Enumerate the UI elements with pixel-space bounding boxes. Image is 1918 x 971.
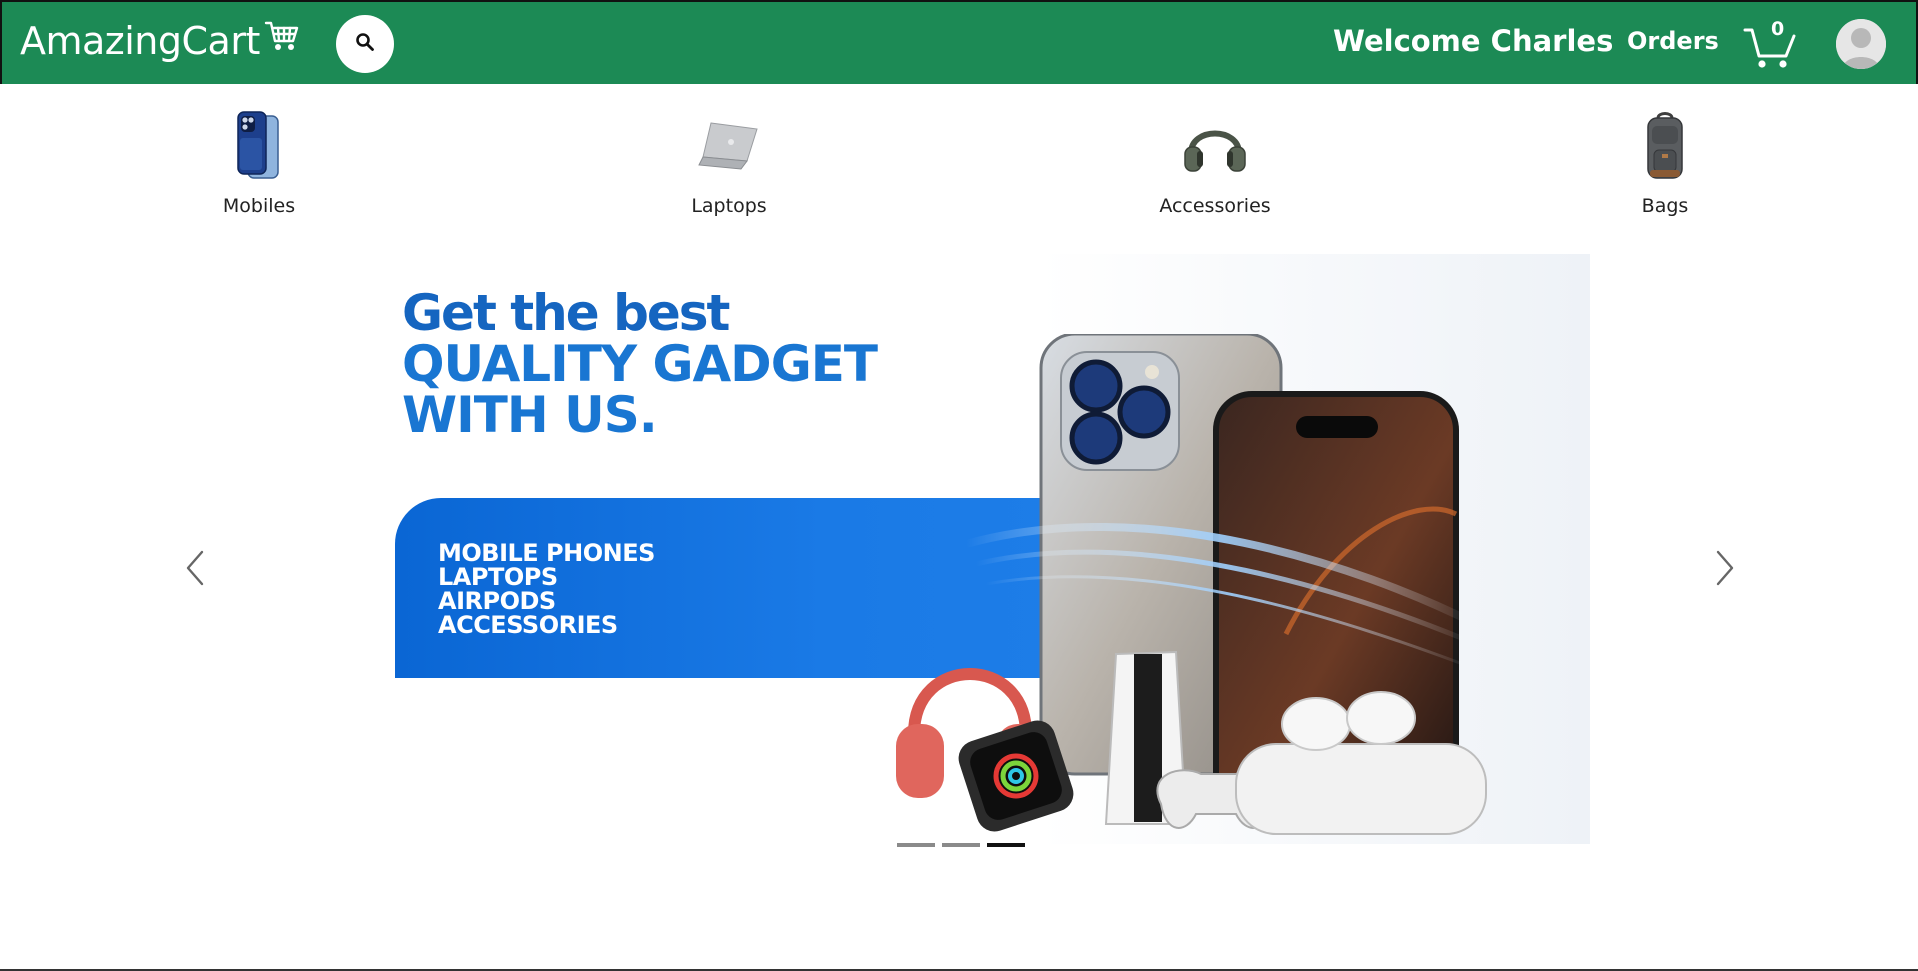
promo-carousel[interactable]: Get the best QUALITY GADGET WITH US. MOB… — [366, 254, 1590, 844]
mobile-phone-icon — [214, 108, 304, 183]
laptop-icon — [684, 108, 774, 183]
shopping-cart-icon — [1742, 28, 1800, 74]
slide-list-item: ACCESSORIES — [438, 611, 618, 639]
chevron-left-icon — [180, 550, 210, 594]
brand-logo[interactable]: AmazingCart — [20, 19, 300, 63]
chevron-right-icon — [1710, 550, 1740, 594]
category-accessories[interactable]: Accessories — [1135, 108, 1295, 217]
category-label: Laptops — [691, 195, 767, 217]
carousel-indicators — [897, 843, 1025, 847]
slide-headline-line2: QUALITY GADGET — [402, 335, 878, 393]
backpack-icon — [1620, 108, 1710, 183]
carousel-prev-button[interactable] — [180, 546, 210, 590]
category-label: Bags — [1641, 195, 1689, 217]
search-icon — [355, 32, 375, 56]
category-label: Mobiles — [222, 195, 296, 217]
slide-headline-line3: WITH US. — [402, 386, 658, 444]
slide-list-item: AIRPODS — [438, 587, 556, 615]
slide-category-list: MOBILE PHONES LAPTOPS AIRPODS ACCESSORIE… — [438, 541, 655, 637]
slide-list-item: LAPTOPS — [438, 563, 558, 591]
headphones-icon — [1170, 108, 1260, 183]
category-bags[interactable]: Bags — [1585, 108, 1745, 217]
search-button[interactable] — [336, 15, 394, 73]
cart-count-badge: 0 — [1771, 18, 1785, 40]
category-label: Accessories — [1159, 195, 1271, 217]
slide-headline-line1: Get the best — [402, 284, 730, 342]
gadgets-product-image — [816, 332, 1566, 844]
brand-name[interactable]: AmazingCart — [20, 19, 260, 63]
orders-link[interactable]: Orders — [1627, 27, 1719, 55]
user-avatar-icon[interactable] — [1836, 19, 1886, 69]
top-navbar: AmazingCart Welcome Charles Orders 0 — [0, 0, 1918, 84]
category-laptops[interactable]: Laptops — [649, 108, 809, 217]
cart-logo-icon — [264, 19, 300, 57]
slide-list-item: MOBILE PHONES — [438, 539, 655, 567]
carousel-indicator-2[interactable] — [942, 843, 980, 847]
welcome-message: Welcome Charles — [1333, 24, 1614, 58]
carousel-indicator-3[interactable] — [987, 843, 1025, 847]
cart-button[interactable]: 0 — [1742, 18, 1800, 70]
carousel-indicator-1[interactable] — [897, 843, 935, 847]
carousel-next-button[interactable] — [1710, 546, 1740, 590]
category-mobiles[interactable]: Mobiles — [179, 108, 339, 217]
